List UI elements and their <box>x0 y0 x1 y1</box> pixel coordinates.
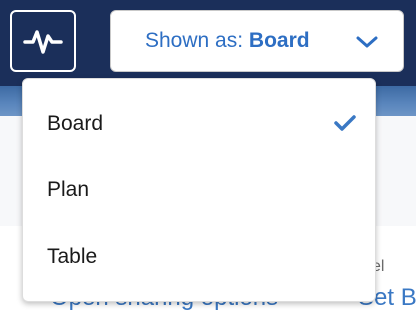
activity-button[interactable] <box>10 10 76 72</box>
view-selector-prefix: Shown as: <box>145 29 249 52</box>
view-selector-dropdown[interactable]: Shown as: Board <box>110 10 404 72</box>
view-selector-value: Board <box>248 29 310 52</box>
menu-option-label: Plan <box>47 178 90 201</box>
menu-option-table[interactable]: Table <box>23 224 375 290</box>
menu-option-label: Table <box>47 245 98 268</box>
chevron-down-icon <box>356 36 378 48</box>
menu-option-label: Board <box>47 112 104 135</box>
view-options-menu: Board Plan Table <box>22 78 376 302</box>
menu-option-plan[interactable]: Plan <box>23 157 375 223</box>
menu-option-board[interactable]: Board <box>23 91 375 157</box>
activity-pulse-icon <box>23 30 63 54</box>
view-selector-label: Shown as: Board <box>145 29 310 53</box>
checkmark-icon <box>334 115 356 131</box>
